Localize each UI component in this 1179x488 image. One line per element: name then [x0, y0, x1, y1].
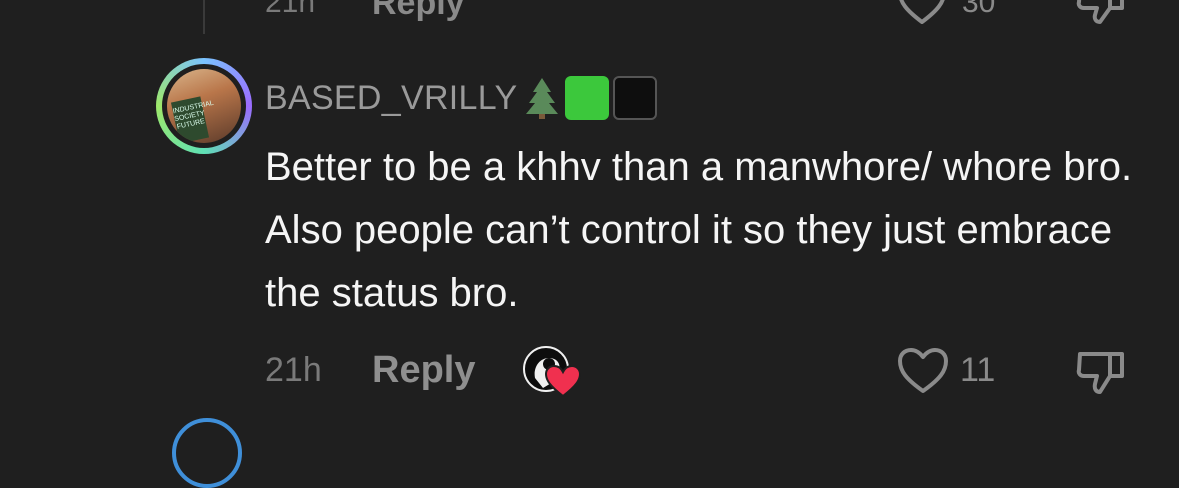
- reply-button[interactable]: Reply: [372, 349, 475, 392]
- previous-comment-actions: 21h Reply 30: [0, 0, 1179, 26]
- green-square-emoji-icon: [565, 76, 610, 120]
- user-avatar[interactable]: INDUSTRIAL SOCIETY FUTURE: [156, 58, 252, 154]
- comment-text: Better to be a khhv than a manwhore/ who…: [265, 145, 1133, 315]
- tree-emoji-icon: [526, 78, 559, 119]
- previous-dislike-icon[interactable]: [1072, 0, 1130, 28]
- dislike-icon[interactable]: [1072, 346, 1130, 398]
- username[interactable]: BASED_VRILLY: [265, 79, 517, 118]
- previous-like-count: 30: [962, 0, 996, 19]
- avatar-book: INDUSTRIAL SOCIETY FUTURE: [170, 96, 214, 143]
- previous-timestamp: 21h: [265, 0, 316, 19]
- previous-heart-icon[interactable]: [896, 0, 948, 28]
- previous-reply-button[interactable]: Reply: [372, 0, 465, 23]
- timestamp: 21h: [265, 351, 322, 389]
- username-row[interactable]: BASED_VRILLY: [265, 76, 658, 120]
- creator-liked-heart-icon: [544, 364, 582, 398]
- avatar-image: INDUSTRIAL SOCIETY FUTURE: [167, 69, 241, 143]
- heart-icon[interactable]: [896, 346, 950, 396]
- comment-actions: 21h Reply 11: [0, 346, 1179, 398]
- black-square-emoji-icon: [613, 76, 658, 120]
- like-count: 11: [960, 351, 996, 389]
